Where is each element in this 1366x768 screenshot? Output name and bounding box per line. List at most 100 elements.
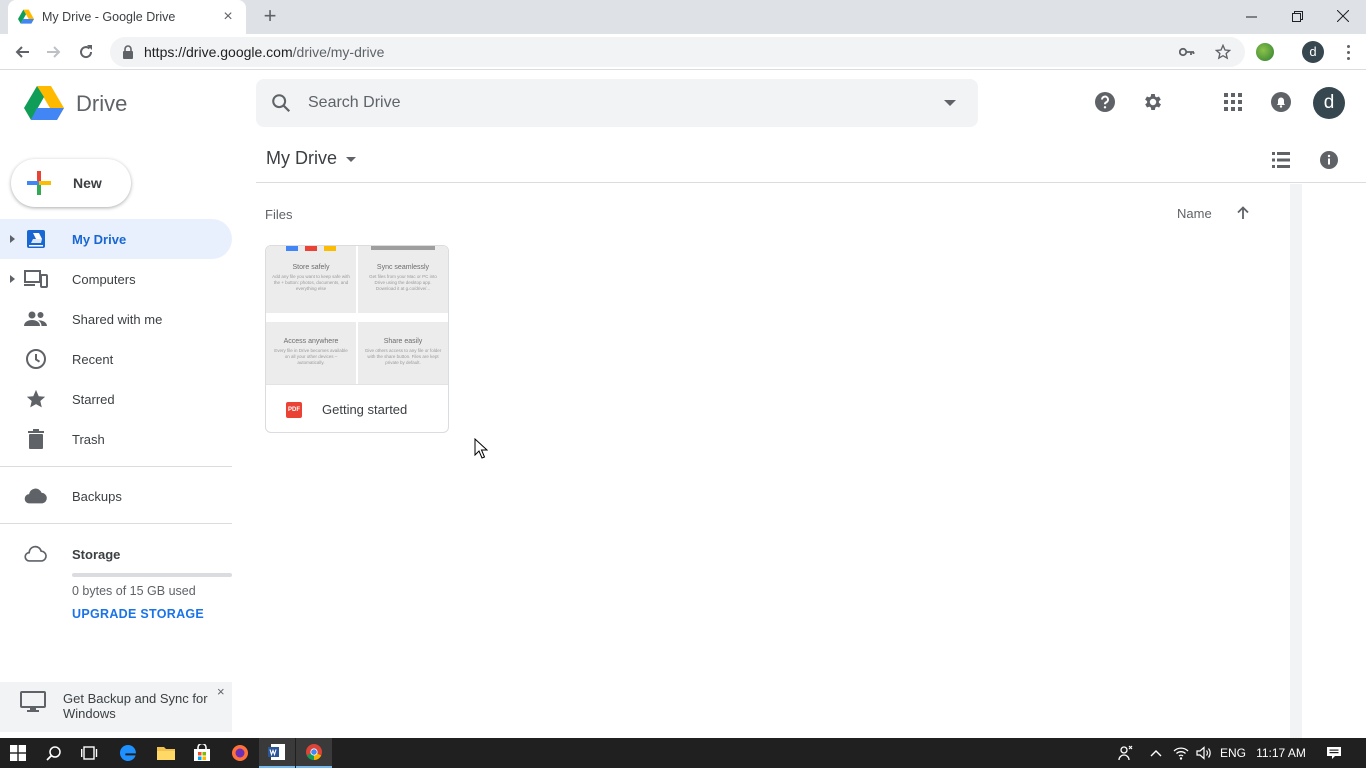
storage-usage-text: 0 bytes of 15 GB used bbox=[72, 584, 196, 598]
firefox-icon[interactable] bbox=[222, 738, 258, 768]
volume-icon[interactable] bbox=[1193, 738, 1215, 768]
address-url: https://drive.google.com/drive/my-drive bbox=[144, 44, 385, 60]
file-thumbnail: Store safely Add any file you want to ke… bbox=[266, 246, 448, 384]
sidebar-item-label: Recent bbox=[72, 351, 114, 367]
edge-browser-icon[interactable] bbox=[110, 738, 146, 768]
windows-taskbar: ENG 11:17 AM bbox=[0, 738, 1366, 768]
sort-ascending-arrow-icon[interactable] bbox=[1235, 205, 1251, 221]
sidebar-item-recent[interactable]: Recent bbox=[0, 339, 232, 379]
sidebar-item-storage[interactable]: Storage bbox=[0, 534, 232, 574]
sidebar-item-label: Computers bbox=[72, 271, 136, 287]
cloud-icon bbox=[24, 484, 48, 508]
sidebar-divider bbox=[0, 466, 232, 467]
extension-icon[interactable] bbox=[1256, 43, 1274, 61]
search-icon[interactable] bbox=[270, 92, 292, 114]
tab-title: My Drive - Google Drive bbox=[42, 10, 176, 24]
sidebar-item-starred[interactable]: Starred bbox=[0, 379, 232, 419]
new-tab-button[interactable]: + bbox=[256, 4, 284, 30]
bookmark-star-icon[interactable] bbox=[1213, 43, 1233, 61]
desktop-computer-icon bbox=[20, 691, 46, 712]
star-icon bbox=[24, 387, 48, 411]
windows-start-icon[interactable] bbox=[0, 738, 36, 768]
key-icon[interactable] bbox=[1177, 43, 1197, 61]
backup-sync-promo[interactable]: Get Backup and Sync for Windows × bbox=[0, 682, 232, 732]
files-section-label: Files bbox=[265, 207, 293, 222]
file-card-getting-started[interactable]: Store safely Add any file you want to ke… bbox=[265, 245, 449, 433]
title-dropdown-icon[interactable] bbox=[346, 157, 356, 162]
computers-icon bbox=[24, 267, 48, 291]
sidebar-item-backups[interactable]: Backups bbox=[0, 476, 232, 516]
color-blocks-icon bbox=[286, 246, 336, 251]
browser-menu-icon[interactable] bbox=[1338, 42, 1358, 62]
people-tray-icon[interactable] bbox=[1114, 738, 1138, 768]
sidebar-item-label: Trash bbox=[72, 431, 105, 447]
browser-toolbar: https://drive.google.com/drive/my-drive … bbox=[0, 34, 1366, 70]
sidebar-item-computers[interactable]: Computers bbox=[0, 259, 232, 299]
notifications-bell-icon[interactable] bbox=[1269, 90, 1293, 114]
page-title[interactable]: My Drive bbox=[266, 148, 337, 169]
store-icon[interactable] bbox=[184, 738, 220, 768]
search-input[interactable] bbox=[308, 79, 908, 127]
taskbar-search-icon[interactable] bbox=[36, 738, 72, 768]
show-hidden-icons-chevron-icon[interactable] bbox=[1146, 738, 1166, 768]
browser-tab[interactable]: My Drive - Google Drive × bbox=[8, 0, 246, 34]
thumbnail-panel: Sync seamlessly Get files from your Mac … bbox=[358, 246, 448, 313]
info-icon[interactable] bbox=[1318, 149, 1340, 171]
promo-text: Get Backup and Sync for Windows bbox=[63, 691, 208, 721]
sidebar-item-label: Starred bbox=[72, 391, 115, 407]
mouse-cursor-icon bbox=[474, 438, 488, 459]
word-icon[interactable] bbox=[259, 738, 295, 768]
plus-icon bbox=[27, 171, 51, 195]
expand-caret-icon[interactable] bbox=[10, 275, 15, 283]
task-view-icon[interactable] bbox=[72, 738, 108, 768]
wifi-icon[interactable] bbox=[1170, 738, 1192, 768]
sidebar-item-trash[interactable]: Trash bbox=[0, 419, 232, 459]
back-icon[interactable] bbox=[9, 39, 35, 65]
expand-caret-icon[interactable] bbox=[10, 235, 15, 243]
sidebar-divider bbox=[0, 523, 232, 524]
thumbnail-panel: Share easily Give others access to any f… bbox=[358, 322, 448, 384]
thumbnail-panel: Access anywhere Every file in Drive beco… bbox=[266, 322, 356, 384]
upgrade-storage-link[interactable]: UPGRADE STORAGE bbox=[72, 607, 204, 621]
my-drive-icon bbox=[24, 227, 48, 251]
header-divider bbox=[256, 182, 1366, 183]
close-window-icon[interactable] bbox=[1320, 0, 1366, 32]
restore-icon[interactable] bbox=[1274, 0, 1320, 32]
pdf-icon: PDF bbox=[286, 401, 302, 418]
language-indicator[interactable]: ENG bbox=[1218, 738, 1248, 768]
file-card-footer: PDF Getting started bbox=[266, 384, 448, 432]
forward-icon[interactable] bbox=[41, 39, 67, 65]
file-name: Getting started bbox=[322, 402, 408, 417]
account-avatar[interactable]: d bbox=[1313, 87, 1345, 119]
app-name: Drive bbox=[76, 91, 128, 116]
file-explorer-icon[interactable] bbox=[148, 738, 184, 768]
browser-tab-strip: My Drive - Google Drive × + bbox=[0, 0, 1366, 34]
promo-close-icon[interactable]: × bbox=[217, 684, 225, 699]
apps-grid-icon[interactable] bbox=[1221, 90, 1245, 114]
minimize-icon[interactable] bbox=[1228, 0, 1274, 32]
sidebar-item-my-drive[interactable]: My Drive bbox=[0, 219, 232, 259]
reload-icon[interactable] bbox=[73, 39, 99, 65]
google-drive-favicon-icon bbox=[18, 9, 34, 24]
list-view-icon[interactable] bbox=[1270, 149, 1292, 171]
sidebar-item-shared-with-me[interactable]: Shared with me bbox=[0, 299, 232, 339]
sidebar-item-label: Storage bbox=[72, 546, 121, 562]
address-bar[interactable]: https://drive.google.com/drive/my-drive bbox=[110, 37, 1245, 67]
sidebar-item-label: Shared with me bbox=[72, 311, 163, 327]
chrome-icon[interactable] bbox=[296, 738, 332, 768]
action-center-icon[interactable] bbox=[1320, 738, 1348, 768]
help-icon[interactable] bbox=[1093, 90, 1117, 114]
browser-profile-avatar[interactable]: d bbox=[1302, 41, 1324, 63]
storage-usage-bar bbox=[72, 573, 232, 577]
clock-icon bbox=[24, 347, 48, 371]
clock-time[interactable]: 11:17 AM bbox=[1252, 738, 1310, 768]
tab-close-icon[interactable]: × bbox=[220, 8, 236, 26]
new-button[interactable]: New bbox=[11, 159, 131, 207]
scrollbar[interactable] bbox=[1290, 184, 1302, 738]
drive-logo-icon[interactable] bbox=[24, 86, 64, 120]
sort-by-name-button[interactable]: Name bbox=[1177, 206, 1212, 221]
sidebar-item-label: My Drive bbox=[72, 231, 127, 247]
search-options-dropdown-icon[interactable] bbox=[944, 100, 956, 106]
cloud-outline-icon bbox=[24, 542, 48, 566]
settings-gear-icon[interactable] bbox=[1141, 90, 1165, 114]
